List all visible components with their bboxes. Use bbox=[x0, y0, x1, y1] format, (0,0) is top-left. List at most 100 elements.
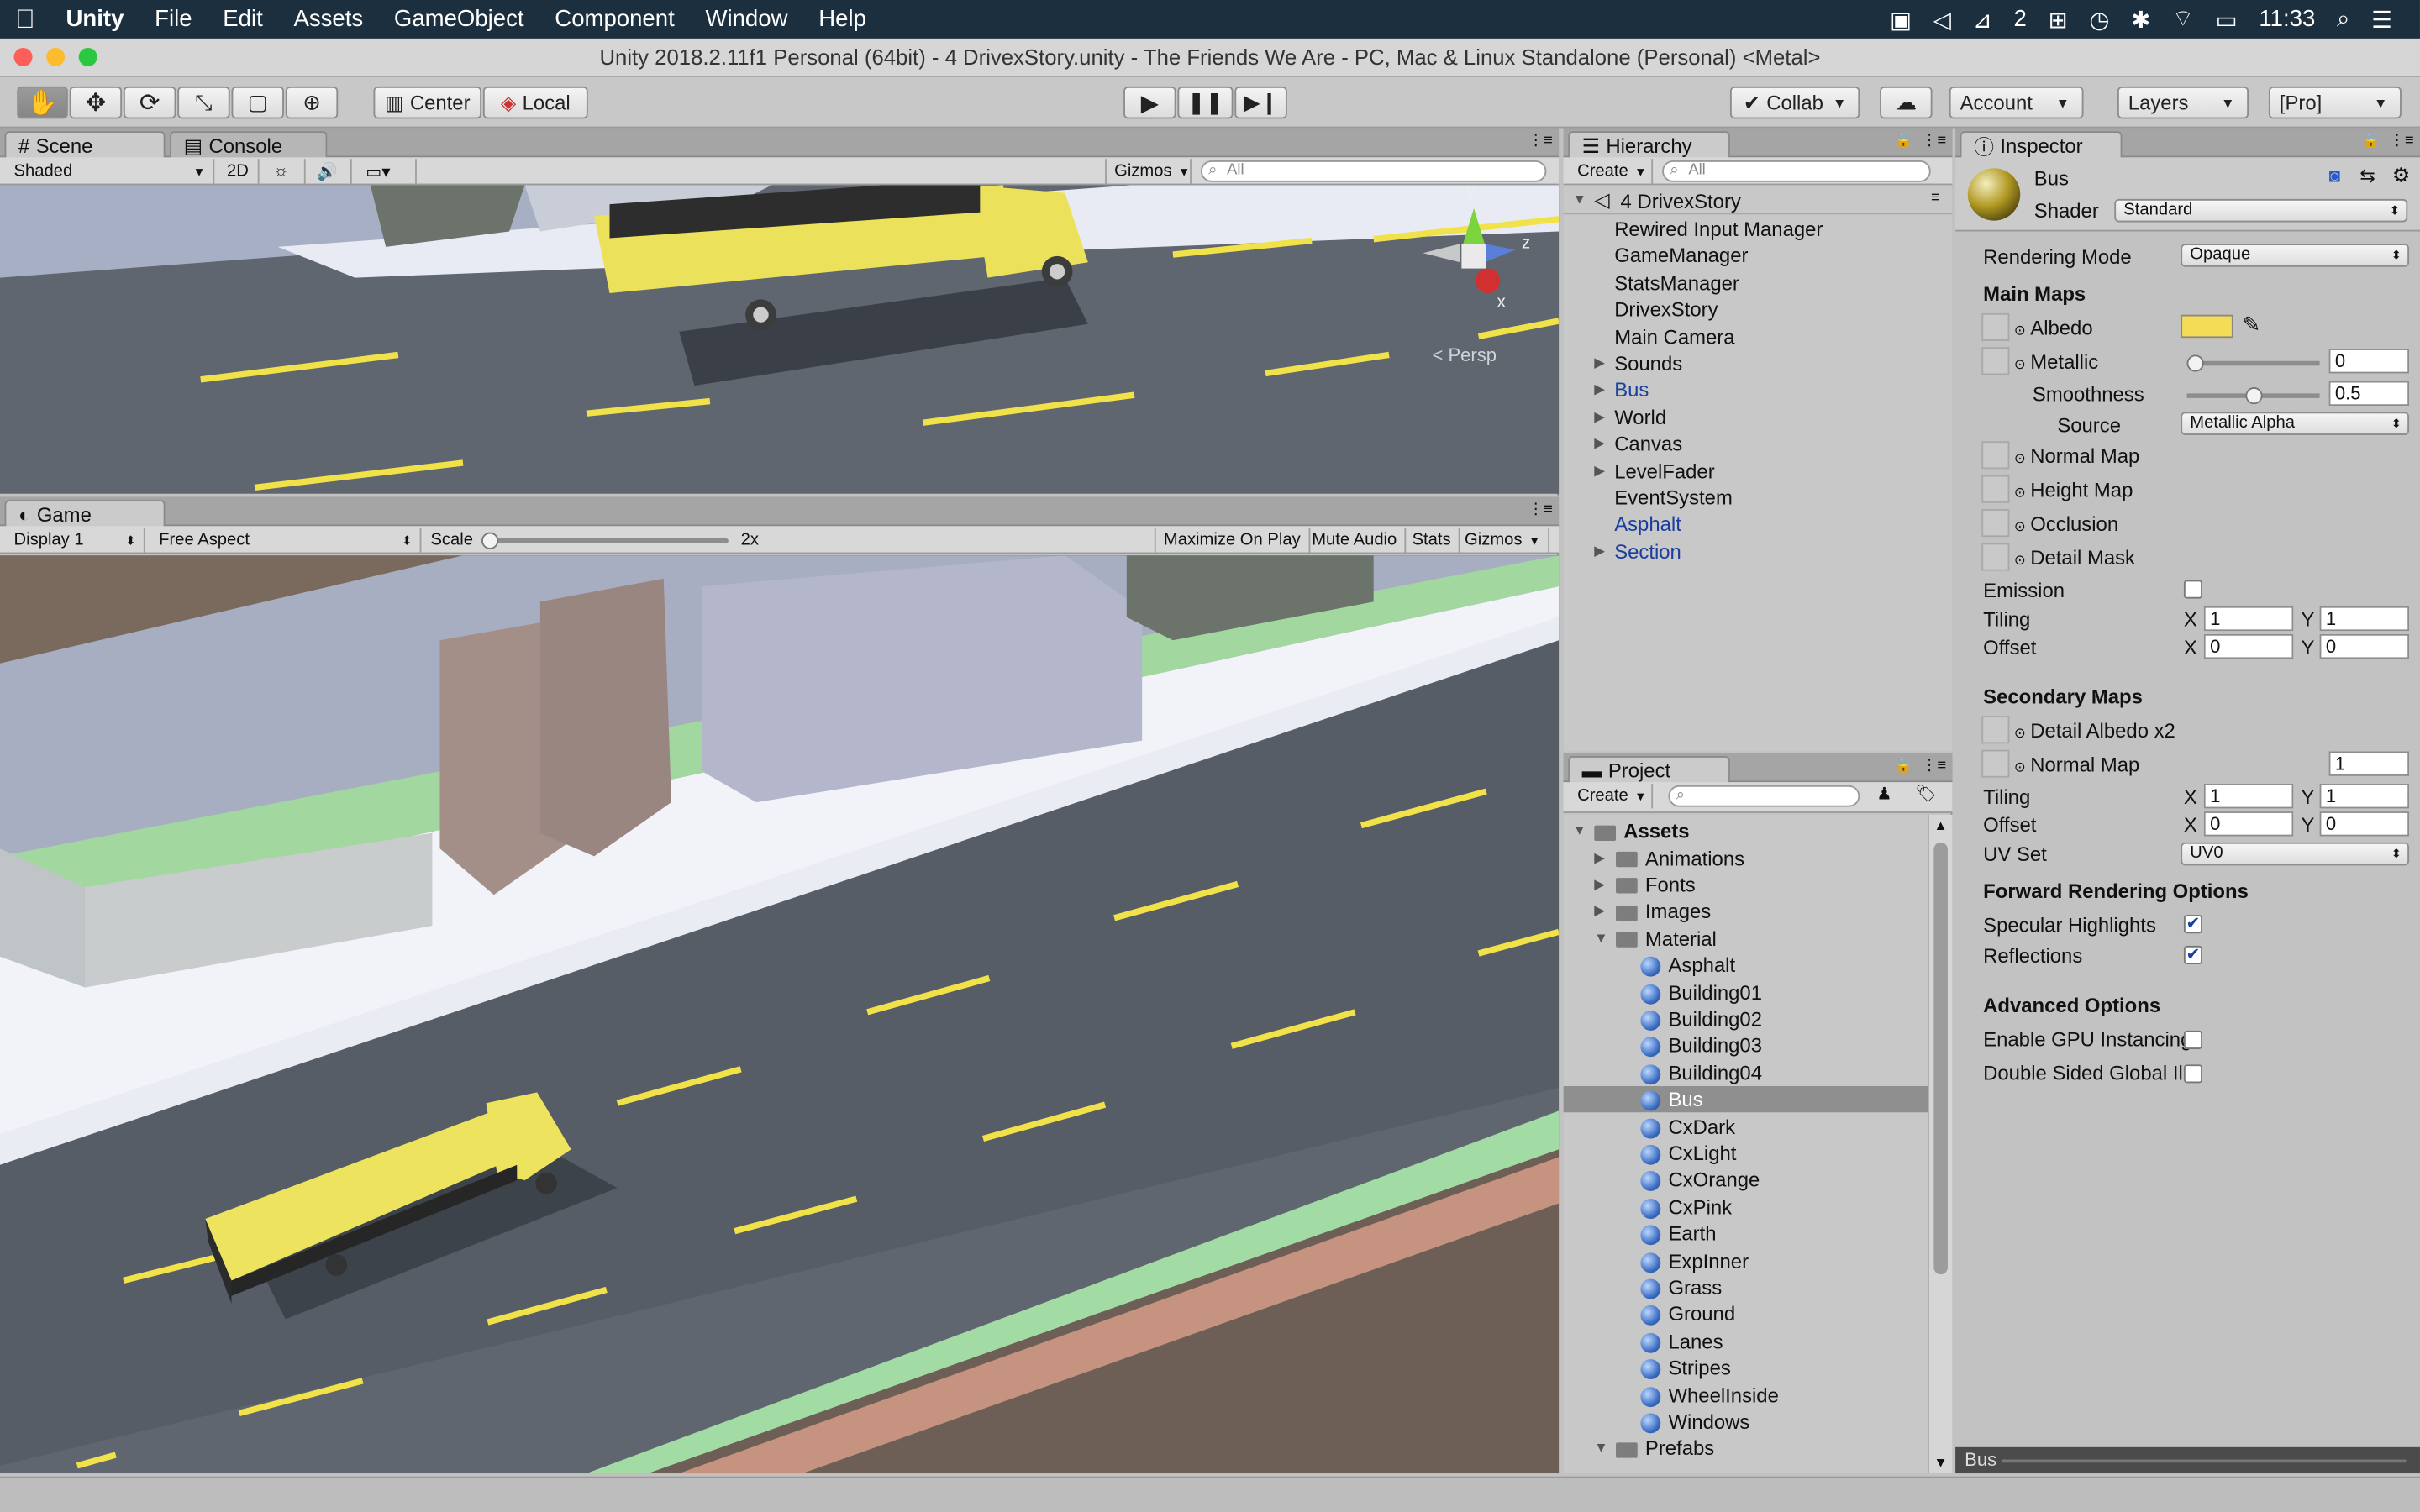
expand-arrow-icon[interactable]: ▶ bbox=[1594, 377, 1605, 403]
tab-hierarchy[interactable]: ☰ Hierarchy bbox=[1568, 131, 1730, 160]
panel-menu-icon[interactable]: ⋮≡ bbox=[1922, 758, 1946, 774]
account-dropdown[interactable]: Account ▼ bbox=[1949, 86, 2084, 119]
source-dropdown[interactable]: Metallic Alpha bbox=[2181, 412, 2410, 435]
uv-set-dropdown[interactable]: UV0 bbox=[2181, 842, 2410, 866]
main-offset-y-input[interactable]: 0 bbox=[2319, 633, 2410, 659]
project-folder-item[interactable]: ▶ Animations bbox=[1564, 845, 1928, 871]
transform-tool-button[interactable]: ⊕ bbox=[285, 86, 339, 119]
project-material-item[interactable]: Grass bbox=[1564, 1274, 1928, 1300]
menu-window[interactable]: Window bbox=[690, 6, 803, 32]
scene-viewport[interactable]: y z x < Persp bbox=[0, 185, 1560, 494]
normal-map-slot[interactable] bbox=[1981, 441, 2010, 470]
project-folder-item[interactable]: ▼ Material bbox=[1564, 925, 1928, 951]
scene-menu-icon[interactable]: ≡ bbox=[1931, 190, 1940, 207]
secondary-tiling-y-input[interactable]: 1 bbox=[2319, 784, 2410, 809]
project-material-item[interactable]: Building01 bbox=[1564, 979, 1928, 1005]
panel-menu-icon[interactable]: ⋮≡ bbox=[2389, 133, 2413, 150]
metallic-texture-slot[interactable] bbox=[1981, 347, 2010, 375]
cloud-button[interactable]: ☁ bbox=[1880, 86, 1933, 119]
project-material-item[interactable]: Building02 bbox=[1564, 1005, 1928, 1032]
panel-menu-icon[interactable]: ⋮≡ bbox=[1922, 133, 1946, 150]
preview-drag-handle[interactable] bbox=[2002, 1459, 2407, 1463]
expand-arrow-icon[interactable]: ▶ bbox=[1594, 350, 1605, 376]
tab-game[interactable]: ◐ Game bbox=[4, 500, 166, 528]
expand-arrow-icon[interactable]: ▶ bbox=[1594, 404, 1605, 430]
adobe-icon[interactable]: ⊿ bbox=[1973, 5, 1992, 33]
wifi-icon[interactable]: ⌔ bbox=[2172, 5, 2194, 34]
secondary-offset-y-input[interactable]: 0 bbox=[2319, 811, 2410, 837]
hierarchy-item[interactable]: Main Camera bbox=[1564, 323, 1953, 349]
project-material-item[interactable]: CxLight bbox=[1564, 1140, 1928, 1166]
persp-label[interactable]: < Persp bbox=[1432, 344, 1497, 366]
smoothness-slider-thumb[interactable] bbox=[2244, 387, 2262, 405]
project-material-item[interactable]: Building04 bbox=[1564, 1059, 1928, 1085]
metallic-slider-thumb[interactable] bbox=[2186, 354, 2204, 372]
scene-orientation-gizmo[interactable]: y z x bbox=[1420, 185, 1544, 324]
rotate-tool-button[interactable]: ⟳ bbox=[123, 86, 176, 119]
project-material-item[interactable]: Ground bbox=[1564, 1301, 1928, 1327]
project-material-item[interactable]: CxDark bbox=[1564, 1113, 1928, 1139]
minimize-window-button[interactable] bbox=[46, 47, 66, 66]
project-folder-item[interactable]: ▶ Fonts bbox=[1564, 872, 1928, 898]
rendering-mode-dropdown[interactable]: Opaque bbox=[2181, 244, 2410, 267]
hierarchy-search-input[interactable]: All ⌕ bbox=[1662, 160, 1931, 182]
smoothness-slider[interactable] bbox=[2186, 387, 2320, 405]
expand-arrow-icon[interactable]: ▼ bbox=[1594, 925, 1607, 951]
battery-icon[interactable]: ▭ bbox=[2216, 5, 2238, 33]
menu-assets[interactable]: Assets bbox=[278, 6, 378, 32]
zoom-window-button[interactable] bbox=[78, 47, 97, 66]
expand-arrow-icon[interactable]: ▶ bbox=[1594, 845, 1605, 871]
grid-icon[interactable]: ⊞ bbox=[2049, 5, 2068, 33]
shader-dropdown[interactable]: Standard bbox=[2114, 198, 2408, 223]
project-search-input[interactable]: ⌕ bbox=[1668, 785, 1860, 807]
move-tool-button[interactable]: ✥ bbox=[69, 86, 123, 119]
scale-slider-thumb[interactable] bbox=[481, 532, 499, 549]
project-folder-item[interactable]: ▶ Images bbox=[1564, 899, 1928, 925]
stats-toggle[interactable]: Stats bbox=[1404, 528, 1460, 553]
menu-gameobject[interactable]: GameObject bbox=[379, 6, 539, 32]
apple-icon[interactable]:  bbox=[0, 4, 50, 35]
hierarchy-item[interactable]: Rewired Input Manager bbox=[1564, 216, 1953, 242]
filter-by-type-icon[interactable]: ♟ bbox=[1876, 784, 1891, 804]
expand-arrow-icon[interactable]: ▼ bbox=[1573, 192, 1586, 207]
hierarchy-item[interactable]: ▶ LevelFader bbox=[1564, 458, 1953, 484]
expand-arrow-icon[interactable]: ▶ bbox=[1594, 431, 1605, 457]
menu-edit[interactable]: Edit bbox=[208, 6, 278, 32]
menu-clock[interactable]: 11:33 bbox=[2259, 6, 2315, 32]
settings-gear-icon[interactable]: ⚙ bbox=[2392, 164, 2410, 188]
reflections-checkbox[interactable]: ✔ bbox=[2183, 945, 2202, 964]
menu-component[interactable]: Component bbox=[539, 6, 690, 32]
hierarchy-item[interactable]: ▶ Sounds bbox=[1564, 350, 1953, 376]
play-button[interactable]: ▶ bbox=[1123, 86, 1176, 119]
secondary-offset-x-input[interactable]: 0 bbox=[2203, 811, 2294, 837]
expand-arrow-icon[interactable]: ▶ bbox=[1594, 458, 1605, 484]
lock-icon[interactable]: 🔒 bbox=[1895, 758, 1912, 774]
menu-file[interactable]: File bbox=[139, 6, 208, 32]
scroll-down-icon[interactable]: ▼ bbox=[1933, 1455, 1947, 1470]
albedo-texture-slot[interactable] bbox=[1981, 312, 2010, 341]
detail-albedo-slot[interactable] bbox=[1981, 716, 2010, 744]
notification-list-icon[interactable]: ☰ bbox=[2371, 5, 2392, 33]
scene-search-input[interactable]: All ⌕ bbox=[1200, 160, 1547, 182]
emission-checkbox[interactable] bbox=[2183, 580, 2202, 599]
preset-icon[interactable]: ⇆ bbox=[2360, 165, 2375, 187]
scene-gizmos-dropdown[interactable]: Gizmos ▼ bbox=[1105, 159, 1192, 184]
lock-icon[interactable]: 🔒 bbox=[1895, 133, 1912, 150]
clock-icon[interactable]: ◷ bbox=[2089, 5, 2109, 33]
project-material-item[interactable]: CxOrange bbox=[1564, 1167, 1928, 1193]
main-tiling-x-input[interactable]: 1 bbox=[2203, 606, 2294, 632]
assets-root-row[interactable]: ▼ Assets bbox=[1564, 817, 1928, 843]
expand-arrow-icon[interactable]: ▶ bbox=[1594, 538, 1605, 564]
project-material-item[interactable]: Building03 bbox=[1564, 1032, 1928, 1058]
scale-slider[interactable] bbox=[481, 532, 729, 549]
hierarchy-item[interactable]: EventSystem bbox=[1564, 485, 1953, 511]
aspect-dropdown[interactable]: Free Aspect ⬍ bbox=[151, 528, 422, 553]
bluetooth-icon[interactable]: ✱ bbox=[2131, 5, 2150, 33]
tab-project[interactable]: ▬ Project bbox=[1568, 755, 1730, 785]
pause-button[interactable]: ❚❚ bbox=[1177, 86, 1234, 119]
main-offset-x-input[interactable]: 0 bbox=[2203, 633, 2294, 659]
menu-app-name[interactable]: Unity bbox=[50, 6, 139, 32]
screen-icon[interactable]: ▣ bbox=[1890, 5, 1912, 33]
scroll-up-icon[interactable]: ▲ bbox=[1933, 817, 1947, 832]
project-material-item[interactable]: Lanes bbox=[1564, 1328, 1928, 1354]
